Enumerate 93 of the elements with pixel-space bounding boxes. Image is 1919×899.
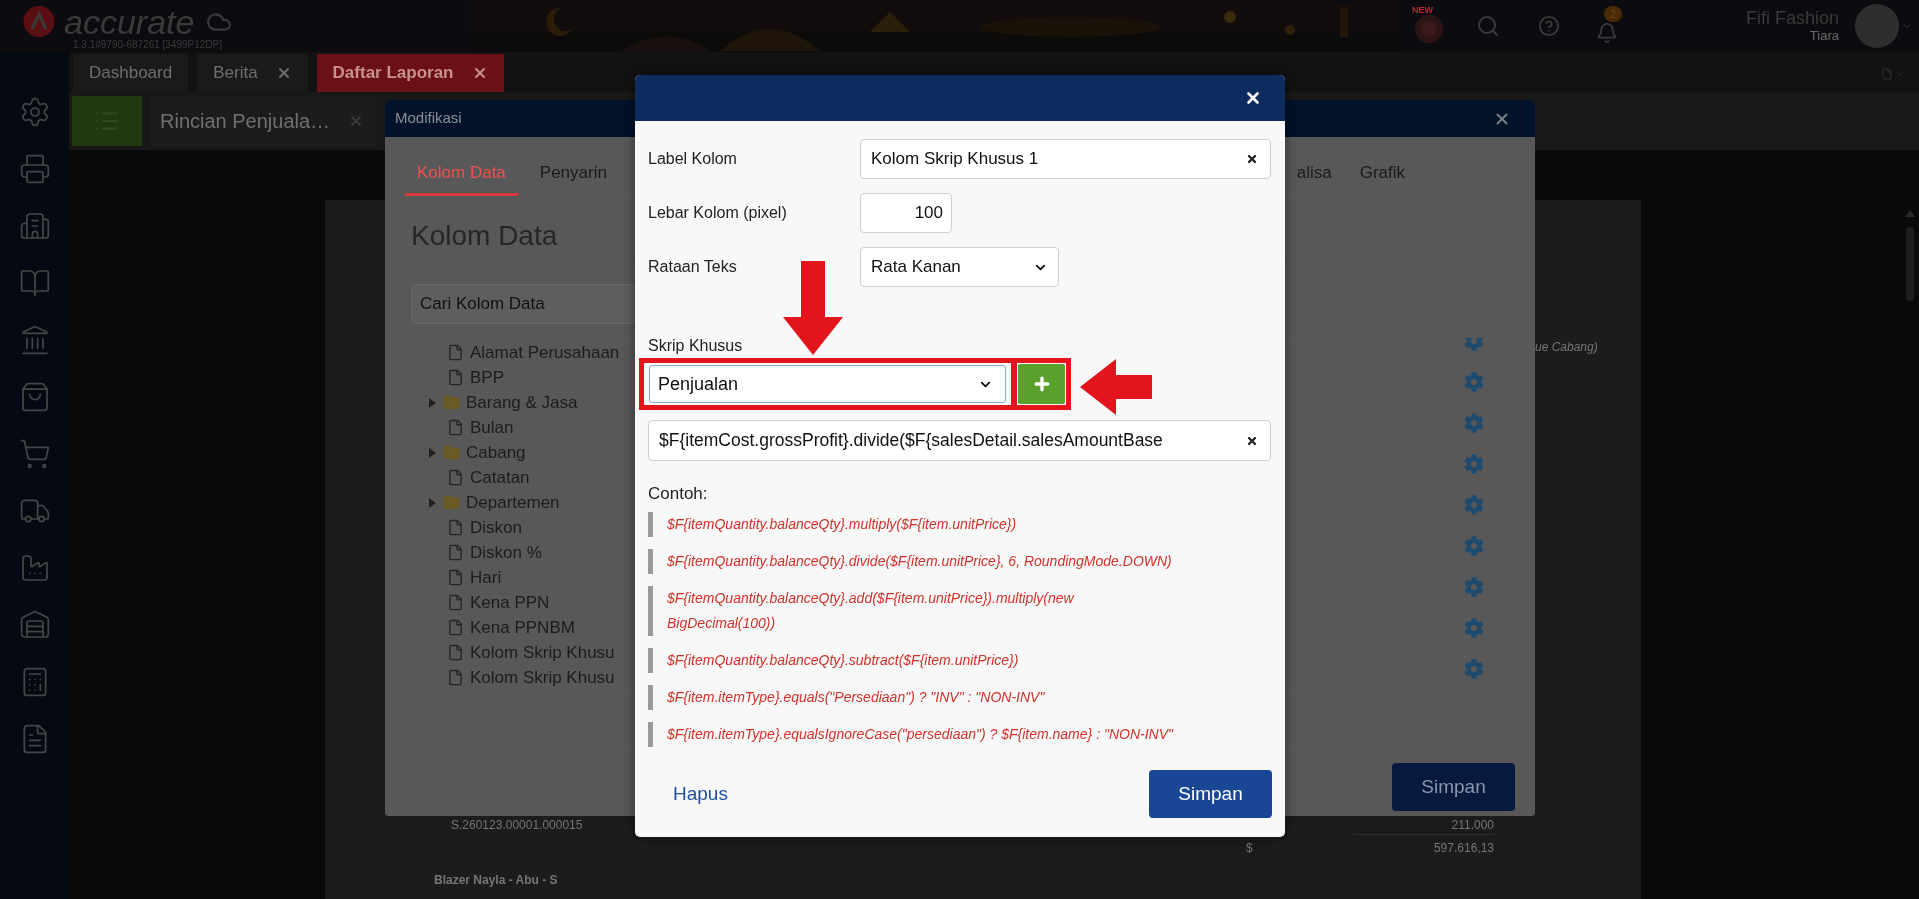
example-script: $F{itemQuantity.balanceQty}.multiply($F{item.unitPrice})	[648, 512, 1272, 537]
clear-icon[interactable]	[1246, 434, 1258, 447]
settings-icon[interactable]	[1464, 495, 1484, 515]
script-field[interactable]: $F{itemCost.grossProfit}.divide($F{salesDetail.salesAmountBase	[648, 420, 1271, 461]
report-cell: 597.616,13	[1433, 841, 1494, 855]
folder-icon	[443, 394, 460, 411]
report-cell: S.260123.00001.000015	[451, 818, 583, 832]
example-script: $F{itemQuantity.balanceQty}.divide($F{item.unitPrice}, 6, RoundingMode.DOWN)	[648, 549, 1272, 574]
tree-item[interactable]: BPP	[470, 364, 505, 391]
tree-item[interactable]: Kolom Skrip Khusu	[470, 664, 615, 690]
add-button[interactable]	[1018, 364, 1065, 404]
expand-icon[interactable]	[427, 397, 437, 408]
report-cell: $	[1246, 841, 1253, 855]
file-icon	[447, 369, 464, 386]
report-note: ue Cabang)	[1535, 339, 1599, 356]
example-script: $F{itemQuantity.balanceQty}.subtract($F{item.unitPrice})	[648, 648, 1272, 673]
text-field[interactable]: Kolom Skrip Khusus 1	[860, 139, 1271, 179]
tree-item[interactable]: Kena PPN	[470, 589, 550, 616]
field-label: Rataan Teks	[648, 257, 738, 277]
promo-icon[interactable]	[1414, 14, 1444, 44]
building-icon[interactable]	[18, 210, 51, 242]
tree-item[interactable]: Barang & Jasa	[466, 389, 578, 416]
file-icon	[447, 419, 464, 436]
field-label: Skrip Khusus	[648, 336, 744, 356]
new-label: NEW	[1412, 4, 1433, 17]
main-tab[interactable]: Berita	[197, 54, 308, 92]
tab[interactable]: alisa	[1293, 152, 1336, 196]
book-icon[interactable]	[18, 267, 51, 299]
example-script: $F{item.itemType}.equals("Persediaan") ? "INV" : "NON-INV"	[648, 685, 1272, 710]
expand-icon[interactable]	[427, 497, 437, 508]
file-icon	[447, 344, 464, 361]
file-icon	[447, 544, 464, 561]
notification-icon[interactable]	[1596, 22, 1618, 44]
file-icon	[447, 669, 464, 686]
tree-item[interactable]: Hari	[470, 564, 502, 591]
warehouse-icon[interactable]	[18, 609, 51, 641]
file-icon	[447, 594, 464, 611]
example-script: $F{itemQuantity.balanceQty}.add($F{item.unitPrice}).multiply(new BigDecimal(100))	[648, 586, 1272, 636]
field-label: Lebar Kolom (pixel)	[648, 203, 788, 223]
file-icon	[447, 519, 464, 536]
settings-icon[interactable]	[1464, 659, 1484, 679]
report-cell: 211.000	[1451, 817, 1494, 832]
report-tab[interactable]: Rincian Penjuala…	[150, 96, 377, 146]
field-label: Label Kolom	[648, 149, 738, 169]
file-icon	[447, 644, 464, 661]
tree-item[interactable]: Catatan	[470, 464, 530, 491]
main-tab[interactable]: Dashboard	[73, 54, 189, 92]
settings-icon[interactable]	[1464, 454, 1484, 474]
tree-item[interactable]: Kolom Skrip Khusu	[470, 639, 615, 666]
tree-item[interactable]: Bulan	[470, 414, 514, 441]
close-icon[interactable]	[1244, 89, 1262, 107]
settings-icon[interactable]	[1464, 618, 1484, 638]
expand-icon[interactable]	[427, 447, 437, 458]
settings-icon[interactable]	[1464, 536, 1484, 556]
report-cell: Blazer Nayla - Abu - S	[434, 873, 558, 887]
page-icon[interactable]	[1881, 68, 1893, 80]
tree-item[interactable]: Diskon	[470, 514, 522, 541]
folder-icon	[443, 444, 460, 461]
settings-icon[interactable]	[1464, 372, 1484, 392]
cart-icon[interactable]	[18, 438, 51, 470]
script-category-select[interactable]: Penjualan	[649, 365, 1006, 403]
tab[interactable]: Kolom Data	[405, 152, 518, 196]
clear-icon[interactable]	[1246, 153, 1258, 165]
search-icon[interactable]	[1476, 14, 1500, 38]
tab[interactable]: Grafik	[1347, 152, 1417, 196]
scroll-up-icon[interactable]	[1904, 210, 1915, 217]
tree-item[interactable]: Cabang	[466, 439, 526, 466]
printer-icon[interactable]	[18, 153, 51, 185]
dialog-title: Modifikasi	[395, 108, 463, 129]
settings-icon[interactable]	[1464, 413, 1484, 433]
tree-item[interactable]: Kena PPNBM	[470, 614, 575, 641]
help-icon[interactable]	[1538, 15, 1560, 37]
examples-label: Contoh:	[648, 484, 709, 504]
tree-item[interactable]: Alamat Perusahaan	[470, 339, 620, 366]
save-button[interactable]: Simpan	[1149, 770, 1272, 818]
file-icon	[447, 469, 464, 486]
file-icon	[447, 569, 464, 586]
file-icon	[447, 619, 464, 636]
tree-item[interactable]: Diskon %	[470, 539, 542, 566]
folder-icon	[443, 494, 460, 511]
example-script: $F{item.itemType}.equalsIgnoreCase("persediaan") ? $F{item.name} : "NON-INV"	[648, 722, 1272, 747]
user-name: Tiara	[1809, 28, 1839, 44]
annotation-arrow	[1080, 359, 1152, 415]
delete-link[interactable]: Hapus	[673, 779, 728, 809]
tab[interactable]: Penyarin	[527, 152, 619, 196]
avatar[interactable]	[1855, 4, 1899, 48]
number-field[interactable]: 100	[860, 193, 952, 233]
save-button[interactable]: Simpan	[1392, 763, 1515, 811]
main-tab[interactable]: Daftar Laporan	[316, 54, 504, 92]
menu-button[interactable]	[72, 96, 142, 146]
settings-icon[interactable]	[1464, 577, 1484, 597]
tree-item[interactable]: Departemen	[466, 489, 560, 516]
alignment-select[interactable]: Rata Kanan	[860, 247, 1059, 287]
